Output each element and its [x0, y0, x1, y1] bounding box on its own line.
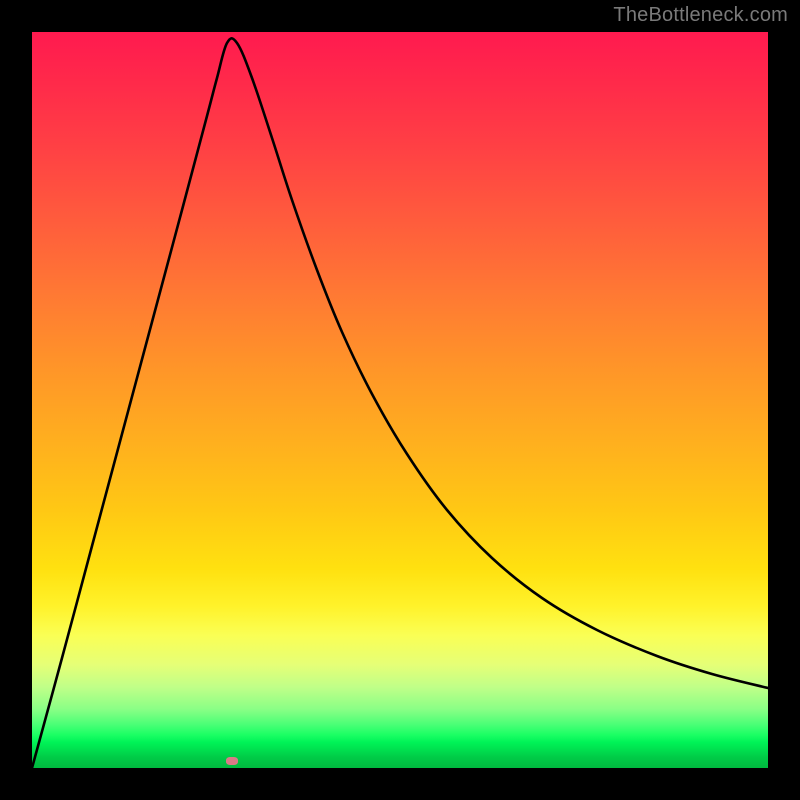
watermark-text: TheBottleneck.com — [613, 4, 788, 27]
chart-frame: TheBottleneck.com — [0, 0, 800, 800]
plot-area — [32, 32, 768, 768]
bottleneck-curve — [32, 38, 768, 768]
curve-layer — [32, 32, 768, 768]
optimum-marker — [226, 757, 238, 765]
